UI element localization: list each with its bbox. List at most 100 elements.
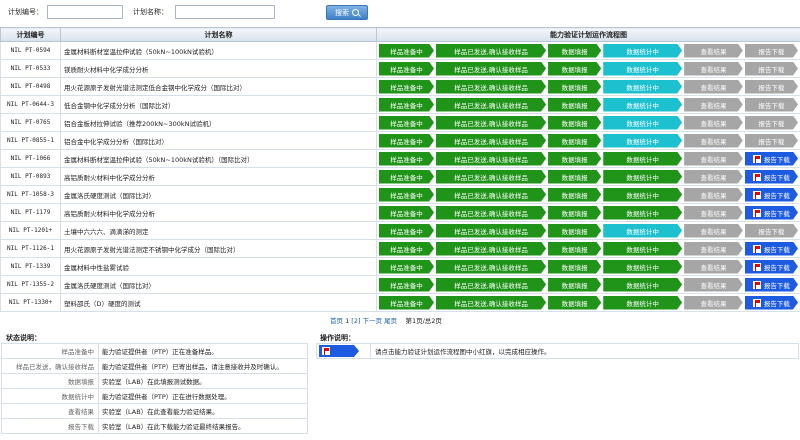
flow-steps: 样品准备中 样品已发送,确认接收样品 数据填报 数据统计中 查看结果 报告下载 <box>379 205 800 221</box>
status-legend-row: 数据填报 实验室（LAB）在此填报测试数据。 <box>1 373 308 389</box>
step-data-stats: 数据统计中 <box>603 224 682 238</box>
step-label: 数据统计中 <box>626 83 659 92</box>
flow-steps: 样品准备中 样品已发送,确认接收样品 数据填报 数据统计中 查看结果 报告下载 <box>379 295 800 311</box>
first-page-link[interactable]: 首页 <box>330 317 343 325</box>
plan-name-cell: 金属材料中性盐雾试验 <box>60 257 377 276</box>
plan-name-cell: 用火花源原子发射光谱法测定低合金钢中化学成分（国际比对） <box>60 77 377 96</box>
step-data-entry: 数据填报 <box>548 296 601 310</box>
flow-steps: 样品准备中 样品已发送,确认接收样品 数据填报 数据统计中 查看结果 报告下载 <box>379 223 800 239</box>
flowchart-cell: 样品准备中 样品已发送,确认接收样品 数据填报 数据统计中 查看结果 报告下载 <box>376 59 800 78</box>
red-flag-icon <box>322 347 330 355</box>
step-report-download: 报告下载 <box>745 98 798 112</box>
flow-steps: 样品准备中 样品已发送,确认接收样品 数据填报 数据统计中 查看结果 报告下载 <box>379 241 800 257</box>
red-flag-icon[interactable] <box>753 191 761 199</box>
step-data-stats: 数据统计中 <box>603 98 682 112</box>
header-plan-name: 计划名称 <box>60 27 377 42</box>
plan-name-cell: 金属材料断材室温拉伸试验（50kN~100kN试验机） <box>60 41 377 60</box>
step-report-download[interactable]: 报告下载 <box>745 188 798 202</box>
step-data-entry: 数据填报 <box>548 44 601 58</box>
table-row: NIL PT-0533 镁质耐火材料中化学成分分析 样品准备中 样品已发送,确认接收样… <box>0 59 800 78</box>
next-page-link[interactable]: 下一页 <box>363 317 383 325</box>
plan-name-cell: 塑料邵氏（D）硬度的测试 <box>60 293 377 312</box>
page-2-link[interactable]: [2] <box>351 317 360 325</box>
flowchart-cell: 样品准备中 样品已发送,确认接收样品 数据填报 数据统计中 查看结果 报告下载 <box>376 221 800 240</box>
step-report-download[interactable]: 报告下载 <box>745 206 798 220</box>
plan-name-cell: 用火花源原子发射光谱法测定不锈钢中化学成分（国际比对） <box>60 239 377 258</box>
step-report-download[interactable]: 报告下载 <box>745 242 798 256</box>
step-label: 数据统计中 <box>626 281 659 290</box>
plan-name-cell: 高铝质耐火材料中化学成分分析 <box>60 203 377 222</box>
step-label: 报告下载 <box>763 209 790 218</box>
step-label: 数据统计中 <box>626 155 659 164</box>
flowchart-cell: 样品准备中 样品已发送,确认接收样品 数据填报 数据统计中 查看结果 报告下载 <box>376 239 800 258</box>
table-row: NIL PT-1058-3 金属洛氏硬度测试（国际比对） 样品准备中 样品已发送,确认… <box>0 185 800 204</box>
step-label: 样品已发送,确认接收样品 <box>454 227 528 236</box>
red-flag-icon[interactable] <box>753 281 761 289</box>
plan-code-cell: NIL PT-1355-2 <box>0 275 61 294</box>
red-flag-icon[interactable] <box>753 263 761 271</box>
red-flag-icon[interactable] <box>753 299 761 307</box>
step-label: 报告下载 <box>763 191 790 200</box>
step-label: 查看结果 <box>700 101 727 110</box>
plan-name-cell: 铝合金中化学成分分析（国际比对） <box>60 131 377 150</box>
plan-code-cell: NIL PT-0644-3 <box>0 95 61 114</box>
step-report-download[interactable]: 报告下载 <box>745 278 798 292</box>
plan-name-input[interactable] <box>175 5 275 19</box>
step-sample-prep: 样品准备中 <box>379 152 434 166</box>
step-label: 数据统计中 <box>626 209 659 218</box>
status-legend-row: 样品准备中 能力验证提供者（PTP）正在准备样品。 <box>1 343 308 359</box>
flowchart-cell: 样品准备中 样品已发送,确认接收样品 数据填报 数据统计中 查看结果 报告下载 <box>376 131 800 150</box>
step-label: 数据统计中 <box>626 65 659 74</box>
step-data-stats: 数据统计中 <box>603 62 682 76</box>
last-page-link[interactable]: 尾页 <box>384 317 397 325</box>
step-label: 数据填报 <box>561 47 588 56</box>
plan-code-cell: NIL PT-1066 <box>0 149 61 168</box>
plan-name-cell: 铝合金板材拉伸试验（推荐200kN~300kN试验机） <box>60 113 377 132</box>
flow-steps: 样品准备中 样品已发送,确认接收样品 数据填报 数据统计中 查看结果 报告下载 <box>379 187 800 203</box>
step-report-download[interactable]: 报告下载 <box>745 152 798 166</box>
step-sample-prep: 样品准备中 <box>379 44 434 58</box>
step-label: 数据填报 <box>561 173 588 182</box>
step-label: 查看结果 <box>700 155 727 164</box>
flow-steps: 样品准备中 样品已发送,确认接收样品 数据填报 数据统计中 查看结果 报告下载 <box>379 61 800 77</box>
step-sample-prep: 样品准备中 <box>379 278 434 292</box>
step-label: 查看结果 <box>700 227 727 236</box>
red-flag-icon[interactable] <box>753 245 761 253</box>
flow-steps: 样品准备中 样品已发送,确认接收样品 数据填报 数据统计中 查看结果 报告下载 <box>379 115 800 131</box>
step-label: 样品准备中 <box>390 155 423 164</box>
search-button[interactable]: 搜索 <box>326 5 368 20</box>
flow-steps: 样品准备中 样品已发送,确认接收样品 数据填报 数据统计中 查看结果 报告下载 <box>379 259 800 275</box>
step-label: 数据填报 <box>561 209 588 218</box>
step-label: 数据填报 <box>561 245 588 254</box>
step-label: 查看结果 <box>700 299 727 308</box>
plan-name-cell: 金属洛氏硬度测试（国际比对） <box>60 185 377 204</box>
step-label: 查看结果 <box>700 209 727 218</box>
step-label: 数据统计中 <box>626 245 659 254</box>
table-row: NIL PT-0594 金属材料断材室温拉伸试验（50kN~100kN试验机） 样品… <box>0 41 800 60</box>
step-report-download[interactable]: 报告下载 <box>745 260 798 274</box>
red-flag-icon[interactable] <box>753 209 761 217</box>
step-report-download: 报告下载 <box>745 224 798 238</box>
step-report-download[interactable]: 报告下载 <box>745 170 798 184</box>
step-view-results: 查看结果 <box>684 44 743 58</box>
step-label: 样品准备中 <box>390 173 423 182</box>
step-data-entry: 数据填报 <box>548 260 601 274</box>
step-label: 数据填报 <box>561 119 588 128</box>
step-label: 样品准备中 <box>390 65 423 74</box>
plan-code-input[interactable] <box>47 5 123 19</box>
step-label: 数据填报 <box>561 137 588 146</box>
flowchart-cell: 样品准备中 样品已发送,确认接收样品 数据填报 数据统计中 查看结果 报告下载 <box>376 257 800 276</box>
status-description: 能力验证提供者（PTP）已寄出样品，请注意接收并及时确认。 <box>98 358 308 374</box>
step-report-download[interactable]: 报告下载 <box>745 296 798 310</box>
step-label: 样品已发送,确认接收样品 <box>454 47 528 56</box>
step-data-stats: 数据统计中 <box>603 296 682 310</box>
red-flag-icon[interactable] <box>753 173 761 181</box>
step-label: 样品准备中 <box>390 263 423 272</box>
step-label: 查看结果 <box>700 263 727 272</box>
step-label: 样品已发送,确认接收样品 <box>454 119 528 128</box>
red-flag-icon[interactable] <box>753 155 761 163</box>
step-data-stats: 数据统计中 <box>603 80 682 94</box>
search-bar: 计划编号： 计划名称： 搜索 <box>0 0 800 24</box>
table-header-row: 计划编号 计划名称 能力验证计划运作流程图 <box>0 27 800 42</box>
step-view-results: 查看结果 <box>684 188 743 202</box>
